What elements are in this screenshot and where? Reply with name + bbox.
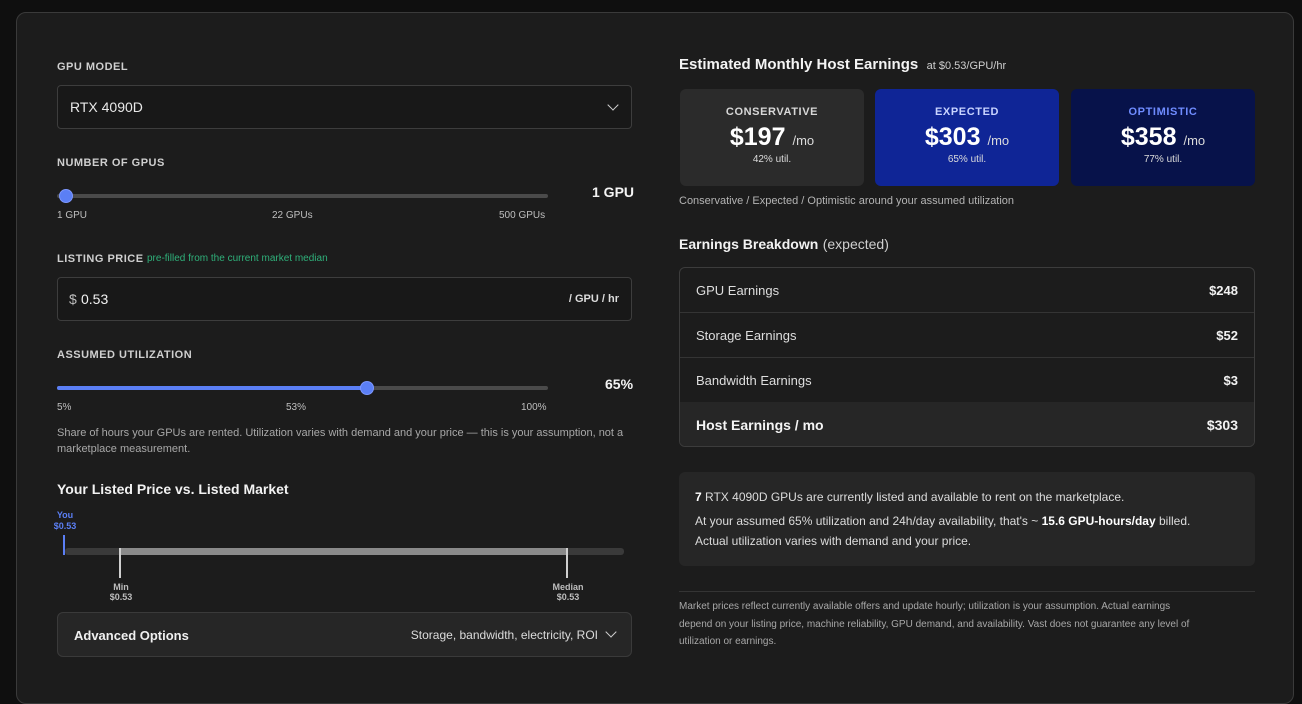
info-line-1: 7 RTX 4090D GPUs are currently listed an…: [695, 490, 1125, 504]
row-label: GPU Earnings: [696, 283, 780, 298]
utilization-slider-thumb[interactable]: [360, 381, 374, 395]
listing-price-value: 0.53: [81, 291, 109, 307]
advanced-options-summary: Storage, bandwidth, electricity, ROI: [410, 628, 598, 642]
breakdown-header: Earnings Breakdown (expected): [679, 236, 889, 254]
gpu-model-label: GPU MODEL: [57, 61, 129, 73]
num-gpus-label: NUMBER OF GPUS: [57, 157, 165, 169]
earnings-rate-note: at $0.53/GPU/hr: [926, 60, 1007, 72]
scenario-note: Conservative / Expected / Optimistic aro…: [679, 195, 1015, 207]
row-value: $3: [1223, 373, 1238, 388]
row-label: Storage Earnings: [696, 328, 797, 343]
info-line-2: At your assumed 65% utilization and 24h/…: [695, 514, 1191, 528]
listing-price-input[interactable]: $ 0.53 / GPU / hr: [57, 277, 632, 321]
utilization-min-label: 5%: [57, 402, 72, 413]
min-marker-label: Min $0.53: [109, 582, 133, 602]
scenario-card-conservative: CONSERVATIVE $197 /mo 42% util.: [680, 89, 864, 186]
row-value: $52: [1216, 328, 1238, 343]
num-gpus-max-label: 500 GPUs: [499, 210, 546, 221]
market-range-fill: [120, 548, 568, 555]
num-gpus-slider-track[interactable]: [57, 194, 548, 198]
chevron-down-icon: [605, 626, 617, 638]
scenario-amount: $303 /mo: [924, 123, 1010, 151]
market-info-box: 7 RTX 4090D GPUs are currently listed an…: [679, 472, 1255, 566]
advanced-options-title: Advanced Options: [74, 628, 189, 643]
divider: [679, 591, 1255, 592]
utilization-mid-label: 53%: [286, 402, 307, 413]
currency-symbol: $: [69, 291, 77, 307]
scenario-label: EXPECTED: [934, 106, 1000, 118]
earnings-breakdown-table: GPU Earnings $248 Storage Earnings $52 B…: [679, 267, 1255, 447]
median-marker-line: [566, 548, 568, 578]
earnings-title: Estimated Monthly Host Earnings: [679, 56, 919, 73]
utilization-value: 65%: [605, 376, 634, 392]
min-marker-line: [119, 548, 121, 578]
median-marker-label: Median $0.53: [552, 582, 584, 602]
advanced-options-toggle[interactable]: Advanced Options Storage, bandwidth, ele…: [57, 612, 632, 657]
scenario-card-optimistic: OPTIMISTIC $358 /mo 77% util.: [1071, 89, 1255, 186]
table-row: Bandwidth Earnings $3: [680, 358, 1254, 403]
row-label: Bandwidth Earnings: [696, 373, 812, 388]
you-marker-label: You $0.53: [53, 510, 77, 531]
scenario-util: 42% util.: [752, 154, 792, 165]
num-gpus-mid-label: 22 GPUs: [272, 210, 313, 221]
listing-price-hint: pre-filled from the current market media…: [147, 253, 328, 264]
num-gpus-slider-thumb[interactable]: [59, 189, 73, 203]
utilization-help-text: Share of hours your GPUs are rented. Uti…: [57, 427, 624, 455]
footnote: Market prices reflect currently availabl…: [679, 601, 1190, 647]
total-label: Host Earnings / mo: [696, 417, 824, 433]
price-compare-title: Your Listed Price vs. Listed Market: [57, 481, 289, 497]
info-line-3: Actual utilization varies with demand an…: [695, 534, 972, 548]
scenario-amount: $358 /mo: [1120, 123, 1206, 151]
earnings-header: Estimated Monthly Host Earnings at $0.53…: [679, 56, 1006, 74]
scenario-util: 77% util.: [1143, 154, 1183, 165]
row-value: $248: [1209, 283, 1238, 298]
utilization-max-label: 100%: [521, 402, 547, 413]
listing-price-label: LISTING PRICE: [57, 253, 144, 265]
scenario-util: 65% util.: [947, 154, 987, 165]
scenario-label: OPTIMISTIC: [1128, 106, 1198, 118]
table-total-row: Host Earnings / mo $303: [680, 402, 1254, 446]
num-gpus-min-label: 1 GPU: [57, 210, 88, 221]
chevron-down-icon: [607, 99, 619, 111]
utilization-label: ASSUMED UTILIZATION: [57, 349, 193, 361]
breakdown-subtitle: (expected): [822, 236, 889, 252]
breakdown-title: Earnings Breakdown: [679, 236, 819, 252]
table-row: Storage Earnings $52: [680, 313, 1254, 358]
gpu-model-select[interactable]: RTX 4090D: [57, 85, 632, 129]
scenario-card-expected: EXPECTED $303 /mo 65% util.: [875, 89, 1059, 186]
table-row: GPU Earnings $248: [680, 268, 1254, 313]
price-unit-label: / GPU / hr: [568, 293, 619, 305]
total-value: $303: [1206, 417, 1238, 433]
num-gpus-value: 1 GPU: [592, 184, 635, 200]
scenario-amount: $197 /mo: [729, 123, 815, 151]
scenario-label: CONSERVATIVE: [725, 106, 819, 118]
gpu-model-value: RTX 4090D: [70, 99, 143, 115]
utilization-slider-fill: [57, 386, 367, 390]
